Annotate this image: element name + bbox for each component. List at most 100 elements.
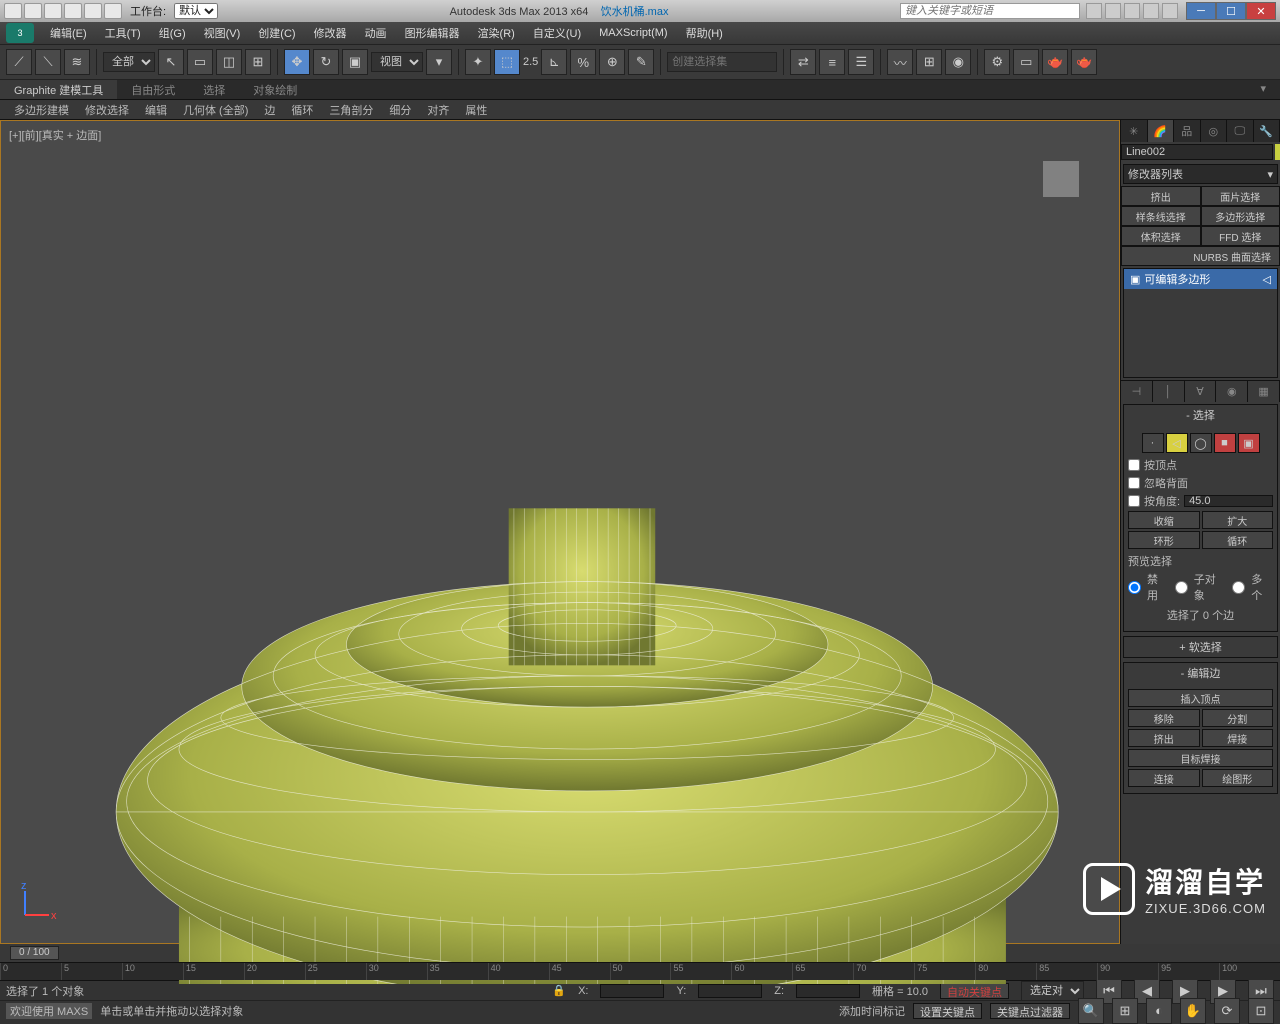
menu-group[interactable]: 组(G) — [151, 23, 194, 43]
tab-display-icon[interactable]: 🖵 — [1227, 120, 1254, 142]
nav-zoom-icon[interactable]: 🔍 — [1078, 998, 1104, 1024]
render-frame-icon[interactable]: ▭ — [1013, 49, 1039, 75]
qat-new-icon[interactable] — [4, 3, 22, 19]
scale-icon[interactable]: ▣ — [342, 49, 368, 75]
btn-remove[interactable]: 移除 — [1128, 709, 1200, 727]
so-polygon-icon[interactable]: ■ — [1214, 433, 1236, 453]
ribbon-edit[interactable]: 编辑 — [139, 102, 173, 118]
add-time-tag[interactable]: 添加时间标记 — [839, 1003, 905, 1019]
so-vertex-icon[interactable]: · — [1142, 433, 1164, 453]
ribbon-edge[interactable]: 边 — [258, 102, 281, 118]
menu-maxscript[interactable]: MAXScript(M) — [591, 25, 675, 41]
nav-zoomall-icon[interactable]: ⊞ — [1112, 998, 1138, 1024]
tab-create-icon[interactable]: ✳ — [1121, 120, 1148, 142]
mirror-icon[interactable]: ⇄ — [790, 49, 816, 75]
qat-undo-icon[interactable] — [64, 3, 82, 19]
tab-freeform[interactable]: 自由形式 — [117, 80, 189, 99]
menu-view[interactable]: 视图(V) — [196, 23, 249, 43]
modifier-list-dropdown[interactable]: 修改器列表▾ — [1123, 164, 1278, 184]
viewcube[interactable] — [1043, 161, 1079, 197]
menu-animation[interactable]: 动画 — [357, 23, 395, 43]
rollout-softsel-header[interactable]: 软选择 — [1124, 637, 1277, 657]
link-icon[interactable]: ⟋ — [6, 49, 32, 75]
exchange-icon[interactable] — [1124, 3, 1140, 19]
modbtn-extrude[interactable]: 挤出 — [1121, 186, 1201, 206]
lock-icon[interactable]: 🔒 — [552, 984, 566, 997]
subscription-icon[interactable] — [1105, 3, 1121, 19]
ribbon-polymodel[interactable]: 多边形建模 — [8, 102, 75, 118]
ribbon-subdiv[interactable]: 细分 — [383, 102, 417, 118]
make-unique-icon[interactable]: ∀ — [1185, 381, 1217, 402]
pivot-icon[interactable]: ▾ — [426, 49, 452, 75]
modifier-stack[interactable]: ▣ 可编辑多边形 ◁ — [1123, 268, 1278, 378]
btn-split[interactable]: 分割 — [1202, 709, 1274, 727]
move-icon[interactable]: ✥ — [284, 49, 310, 75]
minimize-button[interactable]: ─ — [1186, 2, 1216, 20]
radio-multi[interactable] — [1232, 581, 1245, 594]
modbtn-patchsel[interactable]: 面片选择 — [1201, 186, 1280, 206]
ref-coord-dropdown[interactable]: 视图 — [371, 52, 423, 72]
keyfilter-button[interactable]: 关键点过滤器 — [990, 1003, 1070, 1019]
btn-grow[interactable]: 扩大 — [1202, 511, 1274, 529]
btn-loop[interactable]: 循环 — [1202, 531, 1274, 549]
qat-save-icon[interactable] — [44, 3, 62, 19]
render-setup-icon[interactable]: ⚙ — [984, 49, 1010, 75]
btn-target-weld[interactable]: 目标焊接 — [1128, 749, 1273, 767]
menu-help[interactable]: 帮助(H) — [678, 23, 731, 43]
spinner-snap-icon[interactable]: ⊕ — [599, 49, 625, 75]
nav-orbit-icon[interactable]: ⟳ — [1214, 998, 1240, 1024]
track-bar[interactable]: 0 5 10 15 20 25 30 35 40 45 50 55 60 65 … — [0, 962, 1280, 980]
menu-edit[interactable]: 编辑(E) — [42, 23, 95, 43]
tab-selection[interactable]: 选择 — [189, 80, 239, 99]
menu-customize[interactable]: 自定义(U) — [525, 23, 589, 43]
layers-icon[interactable]: ☰ — [848, 49, 874, 75]
modbtn-polysel[interactable]: 多边形选择 — [1201, 206, 1280, 226]
ribbon-geom[interactable]: 几何体 (全部) — [177, 102, 254, 118]
btn-extrude-edge[interactable]: 挤出 — [1128, 729, 1200, 747]
modbtn-ffdsel[interactable]: FFD 选择 — [1201, 226, 1280, 246]
help-search-input[interactable] — [900, 3, 1080, 19]
configure-icon[interactable]: ▦ — [1248, 381, 1280, 402]
nav-max-icon[interactable]: ⊡ — [1248, 998, 1274, 1024]
tab-hierarchy-icon[interactable]: 品 — [1174, 120, 1201, 142]
menu-tools[interactable]: 工具(T) — [97, 23, 149, 43]
select-name-icon[interactable]: ▭ — [187, 49, 213, 75]
setkey-button[interactable]: 设置关键点 — [913, 1003, 982, 1019]
ribbon-toggle-icon[interactable]: ▾ — [1246, 80, 1280, 99]
chk-ignore-back[interactable] — [1128, 477, 1140, 489]
manipulate-icon[interactable]: ✦ — [465, 49, 491, 75]
x-field[interactable] — [600, 984, 664, 998]
curve-editor-icon[interactable]: 〰 — [887, 49, 913, 75]
tab-paint[interactable]: 对象绘制 — [239, 80, 311, 99]
render-icon[interactable]: 🫖 — [1042, 49, 1068, 75]
edit-sel-icon[interactable]: ✎ — [628, 49, 654, 75]
autokey-button[interactable]: 自动关键点 — [940, 983, 1009, 999]
rollout-edit-edge-header[interactable]: 编辑边 — [1124, 663, 1277, 683]
viewport[interactable]: [+][前][真实 + 边面] — [0, 120, 1120, 944]
tab-utilities-icon[interactable]: 🔧 — [1254, 120, 1280, 142]
schematic-icon[interactable]: ⊞ — [916, 49, 942, 75]
bind-icon[interactable]: ≋ — [64, 49, 90, 75]
unlink-icon[interactable]: ⟍ — [35, 49, 61, 75]
object-name-input[interactable] — [1121, 144, 1273, 160]
qat-open-icon[interactable] — [24, 3, 42, 19]
workspace-dropdown[interactable]: 默认 — [174, 3, 218, 19]
infocenter-icon[interactable] — [1086, 3, 1102, 19]
modbtn-nurbs[interactable]: NURBS 曲面选择 — [1121, 246, 1280, 266]
btn-weld[interactable]: 焊接 — [1202, 729, 1274, 747]
y-field[interactable] — [698, 984, 762, 998]
app-menu-icon[interactable]: 3 — [6, 23, 34, 43]
qat-redo-icon[interactable] — [84, 3, 102, 19]
menu-modifiers[interactable]: 修改器 — [306, 23, 355, 43]
menu-render[interactable]: 渲染(R) — [470, 23, 523, 43]
nav-fov-icon[interactable]: ◐ — [1146, 998, 1172, 1024]
remove-mod-icon[interactable]: ◉ — [1216, 381, 1248, 402]
chk-by-vertex[interactable] — [1128, 459, 1140, 471]
object-color-swatch[interactable] — [1275, 144, 1280, 160]
tab-motion-icon[interactable]: ◎ — [1201, 120, 1228, 142]
favorites-icon[interactable] — [1143, 3, 1159, 19]
show-end-icon[interactable]: │ — [1153, 381, 1185, 402]
percent-snap-icon[interactable]: % — [570, 49, 596, 75]
btn-connect[interactable]: 连接 — [1128, 769, 1200, 787]
help-icon[interactable] — [1162, 3, 1178, 19]
